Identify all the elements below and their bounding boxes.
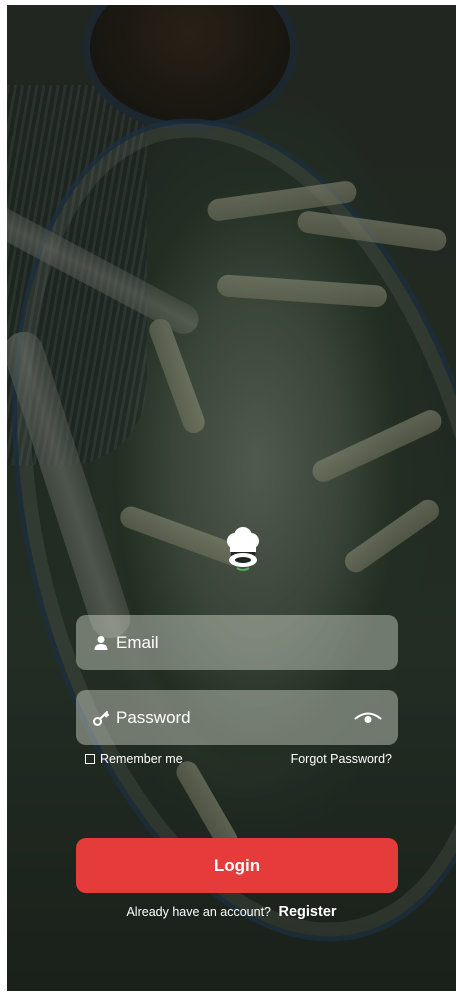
chef-hat-logo-icon xyxy=(227,527,259,571)
eye-icon[interactable] xyxy=(354,710,382,726)
email-input[interactable] xyxy=(116,632,382,653)
password-input[interactable] xyxy=(116,707,354,728)
login-button[interactable]: Login xyxy=(76,838,398,893)
login-screen: Remember me Forgot Password? Login Alrea… xyxy=(7,5,456,991)
checkbox-icon[interactable] xyxy=(85,754,95,764)
remember-me-toggle[interactable]: Remember me xyxy=(85,752,183,766)
email-field[interactable] xyxy=(76,615,398,670)
register-prompt: Already have an account? xyxy=(126,905,272,919)
password-field[interactable] xyxy=(76,690,398,745)
register-link[interactable]: Register xyxy=(279,904,337,920)
forgot-password-link[interactable]: Forgot Password? xyxy=(291,752,392,766)
user-icon xyxy=(94,635,108,650)
register-row: Already have an account? Register xyxy=(7,904,456,920)
key-icon xyxy=(93,710,109,726)
remember-me-label: Remember me xyxy=(100,752,183,766)
form-options: Remember me Forgot Password? xyxy=(85,750,392,768)
